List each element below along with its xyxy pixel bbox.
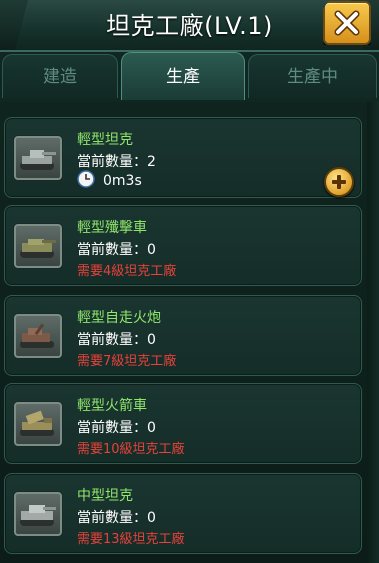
- close-button[interactable]: [323, 1, 371, 45]
- medium-tank-icon: [14, 492, 62, 536]
- unit-card-medium-tank[interactable]: 中型坦克 當前數量：0 需要13級坦克工廠: [4, 473, 362, 554]
- unit-requirement: 需要4級坦克工廠: [77, 264, 177, 279]
- unit-name: 輕型火箭車: [77, 398, 147, 414]
- unit-name: 輕型坦克: [77, 132, 133, 148]
- tab-build[interactable]: 建造: [2, 54, 118, 98]
- build-time: 0m3s: [77, 170, 142, 189]
- list-scroll-edge[interactable]: [367, 102, 379, 563]
- close-icon: [334, 10, 360, 36]
- unit-card-light-tank[interactable]: 輕型坦克 當前數量：2 0m3s: [4, 117, 362, 198]
- tab-produce[interactable]: 生產: [121, 52, 245, 100]
- unit-list: 輕型坦克 當前數量：2 0m3s 輕型殲擊車 當前數量：0 需要4級坦克工廠 輕…: [0, 102, 379, 563]
- unit-quantity: 當前數量：0: [77, 420, 156, 436]
- light-destroyer-icon: [14, 224, 62, 268]
- self-propelled-artillery-icon: [14, 314, 62, 358]
- unit-card-self-propelled-artillery[interactable]: 輕型自走火炮 當前數量：0 需要7級坦克工廠: [4, 295, 362, 376]
- unit-quantity: 當前數量：0: [77, 510, 156, 526]
- unit-requirement: 需要7級坦克工廠: [77, 354, 177, 369]
- unit-quantity: 當前數量：2: [77, 154, 156, 170]
- add-production-button[interactable]: [324, 167, 354, 197]
- tab-bar: 建造 生產 生產中: [0, 52, 379, 154]
- unit-quantity: 當前數量：0: [77, 242, 156, 258]
- unit-card-rocket-launcher[interactable]: 輕型火箭車 當前數量：0 需要10級坦克工廠: [4, 383, 362, 464]
- unit-quantity: 當前數量：0: [77, 332, 156, 348]
- unit-requirement: 需要13級坦克工廠: [77, 532, 185, 547]
- clock-icon: [77, 170, 95, 188]
- unit-name: 輕型殲擊車: [77, 220, 147, 236]
- build-time-value: 0m3s: [103, 173, 142, 189]
- unit-card-light-destroyer[interactable]: 輕型殲擊車 當前數量：0 需要4級坦克工廠: [4, 205, 362, 286]
- unit-name: 中型坦克: [77, 488, 133, 504]
- rocket-launcher-icon: [14, 402, 62, 446]
- unit-requirement: 需要10級坦克工廠: [77, 442, 185, 457]
- tab-producing[interactable]: 生產中: [248, 54, 377, 98]
- page-title: 坦克工廠(LV.1): [106, 12, 273, 40]
- light-tank-icon: [14, 136, 62, 180]
- unit-name: 輕型自走火炮: [77, 310, 161, 326]
- header-bar: 坦克工廠(LV.1): [0, 0, 379, 52]
